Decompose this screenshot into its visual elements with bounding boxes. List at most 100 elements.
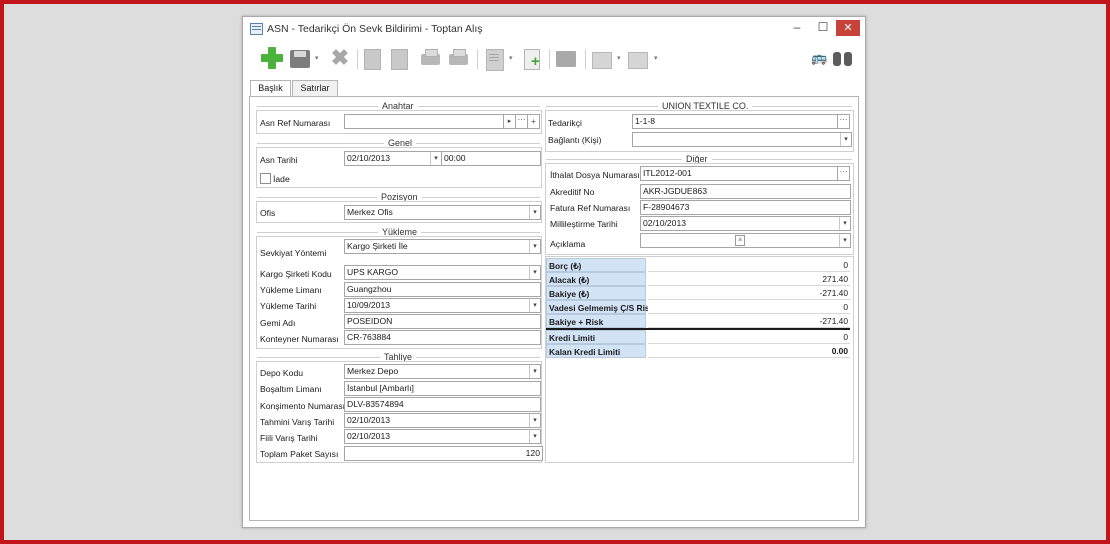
depo-select[interactable]: Merkez Depo ▾ <box>344 364 541 379</box>
paket-label: Toplam Paket Sayısı <box>260 449 339 459</box>
aciklama-label: Açıklama <box>550 239 586 249</box>
konsimento-label: Konşimento Numarası <box>260 401 346 411</box>
delete-icon[interactable]: ✖ <box>330 46 350 72</box>
bakiye-risk-label: Bakiye + Risk <box>546 314 646 328</box>
asn-saat-input[interactable]: 00:00 <box>441 151 541 166</box>
toolbar-separator <box>549 49 550 69</box>
baglanti-select[interactable]: ▾ <box>632 132 852 147</box>
aciklama-input[interactable]: a ▾ <box>640 233 851 248</box>
yukleme-limani-input[interactable]: Guangzhou <box>344 282 541 297</box>
ofis-value: Merkez Ofis <box>347 207 393 217</box>
ithalat-label: İthalat Dosya Numarası <box>550 170 640 180</box>
asn-tarihi-dropdown-icon[interactable]: ▾ <box>430 152 441 165</box>
report-icon[interactable] <box>592 46 612 72</box>
akreditif-label: Akreditif No <box>550 187 595 197</box>
depo-value: Merkez Depo <box>347 366 399 376</box>
bosaltim-input[interactable]: İstanbul [Ambarlı] <box>344 381 541 396</box>
millilestirme-value: 02/10/2013 <box>643 218 687 228</box>
close-button[interactable]: ✕ <box>836 20 860 36</box>
konsimento-input[interactable]: DLV-83574894 <box>344 397 541 412</box>
borc-label: Borç (₺) <box>546 258 646 272</box>
archive-icon[interactable] <box>556 46 578 72</box>
tab-satirlar[interactable]: Satırlar <box>292 80 338 97</box>
ofis-dropdown-icon[interactable]: ▾ <box>529 206 540 219</box>
tahmini-varis-dropdown-icon[interactable]: ▾ <box>529 414 540 427</box>
depo-label: Depo Kodu <box>260 368 304 378</box>
print-preview-icon[interactable] <box>421 46 441 72</box>
maximize-button[interactable]: ☐ <box>813 20 833 36</box>
paket-input[interactable]: 120 <box>344 446 543 461</box>
asn-ref-label: Asn Ref Numarası <box>260 118 331 128</box>
sevkiyat-label: Sevkiyat Yöntemi <box>260 248 327 258</box>
edit-document-icon[interactable] <box>391 46 408 72</box>
sevkiyat-dropdown-icon[interactable]: ▾ <box>529 240 540 253</box>
gemi-input[interactable]: POSEIDON <box>344 314 541 329</box>
millilestirme-label: Millileştirme Tarihi <box>550 219 618 229</box>
asn-tarihi-label: Asn Tarihi <box>260 155 298 165</box>
bakiye-label: Bakiye (₺) <box>546 286 646 300</box>
konteyner-input[interactable]: CR-763884 <box>344 330 541 345</box>
sevkiyat-select[interactable]: Kargo Şirketi İle ▾ <box>344 239 541 254</box>
vehicle-icon[interactable]: 🚌 <box>811 46 827 72</box>
konteyner-label: Konteyner Numarası <box>260 334 339 344</box>
kargo-value: UPS KARGO <box>347 267 399 277</box>
bosaltim-label: Boşaltım Limanı <box>260 384 322 394</box>
tedarikci-label: Tedarikçi <box>548 118 582 128</box>
ofis-select[interactable]: Merkez Ofis ▾ <box>344 205 541 220</box>
kalan-kredi-limiti-value: 0.00 <box>648 344 850 358</box>
page-dropdown-icon[interactable]: ▾ <box>509 54 514 62</box>
asn-ref-add-button[interactable]: + <box>527 114 540 129</box>
ithalat-browse-button[interactable]: ··· <box>837 166 850 181</box>
vadesi-gelmemis-value: 0 <box>648 300 850 314</box>
tahmini-varis-select[interactable]: 02/10/2013 ▾ <box>344 413 541 428</box>
app-icon <box>250 23 263 35</box>
millilestirme-select[interactable]: 02/10/2013 ▾ <box>640 216 851 231</box>
tedarikci-input[interactable]: 1-1-8 <box>632 114 839 129</box>
kargo-label: Kargo Şirketi Kodu <box>260 269 332 279</box>
kargo-select[interactable]: UPS KARGO ▾ <box>344 265 541 280</box>
ithalat-input[interactable]: ITL2012-001 <box>640 166 839 181</box>
binoculars-icon[interactable] <box>833 46 853 72</box>
fatura-input[interactable]: F-28904673 <box>640 200 851 215</box>
yukleme-tarihi-select[interactable]: 10/09/2013 ▾ <box>344 298 541 313</box>
tahmini-varis-label: Tahmini Varış Tarihi <box>260 417 335 427</box>
fiili-varis-label: Fiili Varış Tarihi <box>260 433 318 443</box>
baglanti-dropdown-icon[interactable]: ▾ <box>840 133 851 146</box>
window-title: ASN - Tedarikçi Ön Sevk Bildirimi - Topt… <box>267 23 483 35</box>
save-dropdown-icon[interactable]: ▾ <box>315 54 320 62</box>
kargo-dropdown-icon[interactable]: ▾ <box>529 266 540 279</box>
borc-value: 0 <box>648 258 850 272</box>
page-icon[interactable] <box>486 46 504 72</box>
asn-ref-input[interactable] <box>344 114 504 129</box>
fiili-varis-dropdown-icon[interactable]: ▾ <box>529 430 540 443</box>
toolbar-separator <box>585 49 586 69</box>
tahmini-varis-value: 02/10/2013 <box>347 415 391 425</box>
yukleme-tarihi-dropdown-icon[interactable]: ▾ <box>529 299 540 312</box>
vadesi-gelmemis-label: Vadesi Gelmemiş Ç/S Riski <box>546 300 657 314</box>
yukleme-limani-label: Yükleme Limanı <box>260 285 322 295</box>
chart-icon[interactable] <box>628 46 648 72</box>
aciklama-dropdown-icon[interactable]: ▾ <box>839 234 850 247</box>
bakiye-value: -271.40 <box>648 286 850 300</box>
memo-icon[interactable]: a <box>735 235 745 246</box>
bakiye-risk-value: -271.40 <box>648 314 850 328</box>
add-page-icon[interactable] <box>524 46 542 72</box>
yukleme-tarihi-label: Yükleme Tarihi <box>260 301 317 311</box>
save-icon[interactable] <box>290 46 310 72</box>
print-icon[interactable] <box>449 46 469 72</box>
fiili-varis-value: 02/10/2013 <box>347 431 391 441</box>
add-icon[interactable] <box>260 46 284 72</box>
millilestirme-dropdown-icon[interactable]: ▾ <box>839 217 850 230</box>
report-dropdown-icon[interactable]: ▾ <box>617 54 622 62</box>
chart-dropdown-icon[interactable]: ▾ <box>654 54 659 62</box>
fiili-varis-select[interactable]: 02/10/2013 ▾ <box>344 429 541 444</box>
depo-dropdown-icon[interactable]: ▾ <box>529 365 540 378</box>
minimize-button[interactable]: ‒ <box>787 20 807 36</box>
akreditif-input[interactable]: AKR-JGDUE863 <box>640 184 851 199</box>
document-icon[interactable] <box>364 46 381 72</box>
asn-tarihi-date-input[interactable]: 02/10/2013 ▾ <box>344 151 442 166</box>
toolbar-separator <box>477 49 478 69</box>
sevkiyat-value: Kargo Şirketi İle <box>347 241 408 251</box>
iade-checkbox[interactable] <box>260 173 271 184</box>
tedarikci-browse-button[interactable]: ··· <box>837 114 850 129</box>
